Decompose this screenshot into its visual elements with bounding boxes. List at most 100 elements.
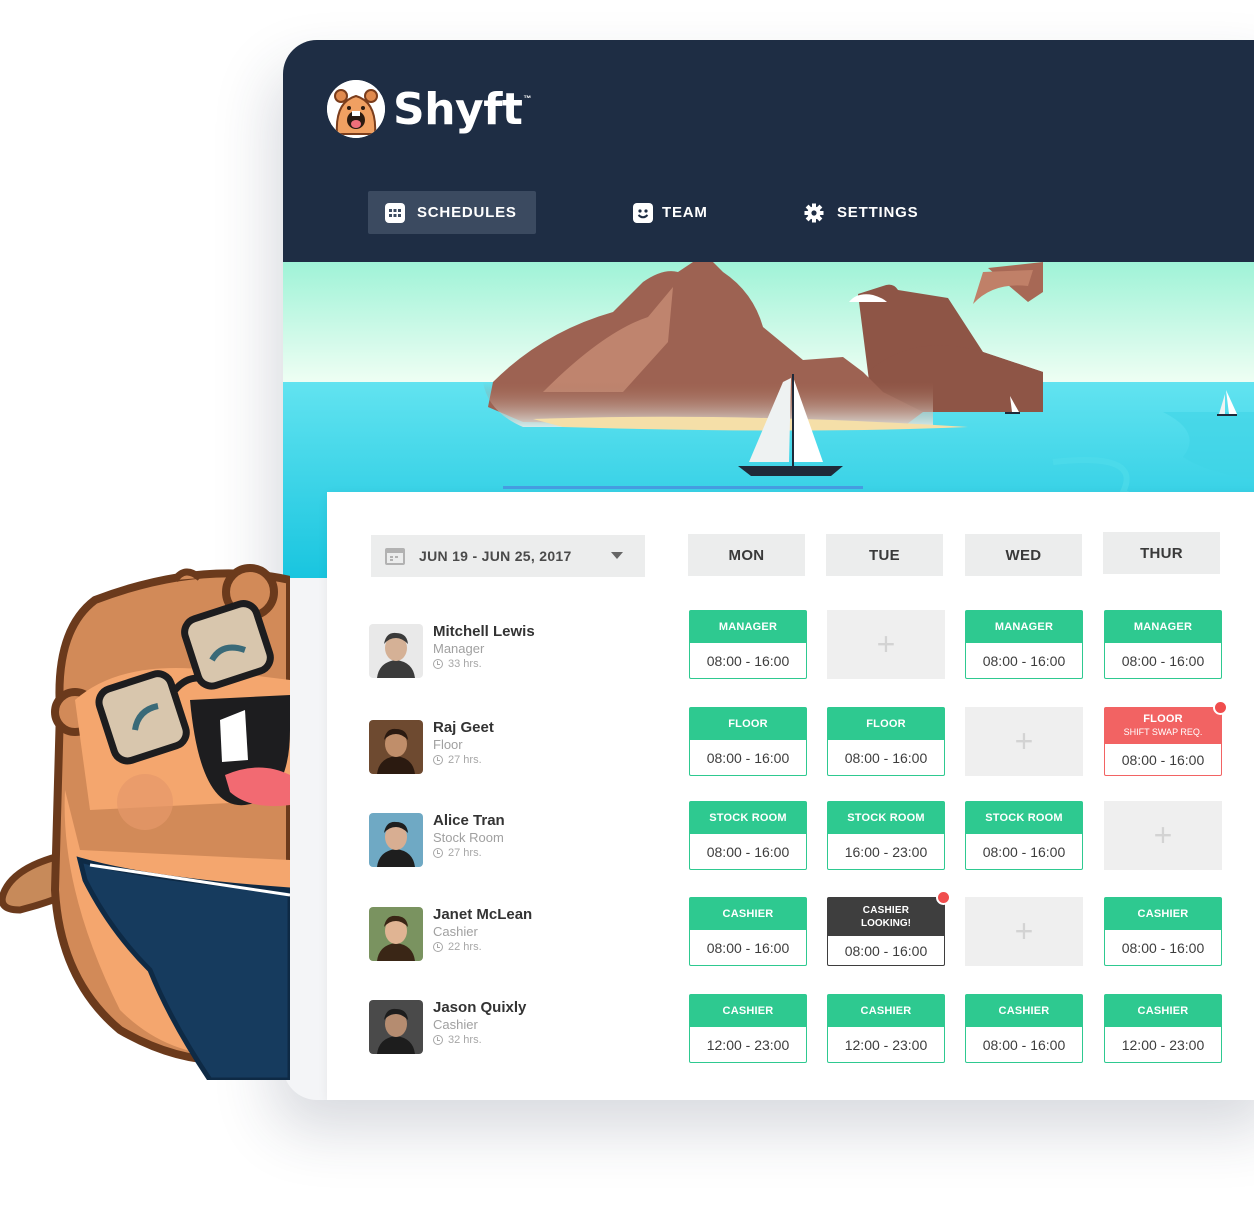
shift-title: MANAGER (1133, 620, 1193, 633)
employee-name: Mitchell Lewis (433, 623, 535, 640)
shift-time: 08:00 - 16:00 (1121, 751, 1205, 768)
clock-icon (433, 755, 443, 765)
shift-card[interactable]: FLOOR 08:00 - 16:00 (689, 707, 807, 776)
employee-hours: 33 hrs. (433, 658, 482, 670)
gear-icon (804, 203, 824, 223)
add-shift-button[interactable]: + (965, 897, 1083, 966)
employee-row[interactable]: Mitchell Lewis Manager 33 hrs. (369, 622, 629, 678)
plus-icon: + (1014, 913, 1034, 949)
trademark-mark: ™ (523, 94, 532, 103)
shift-title: MANAGER (994, 620, 1054, 633)
shift-time: 08:00 - 16:00 (1121, 652, 1205, 669)
tab-settings[interactable]: SETTINGS (804, 191, 918, 234)
employee-hours: 32 hrs. (433, 1034, 482, 1046)
clock-icon (433, 1035, 443, 1045)
shift-time: 08:00 - 16:00 (706, 749, 790, 766)
shift-card[interactable]: STOCK ROOM 08:00 - 16:00 (965, 801, 1083, 870)
day-header-thur: THUR (1103, 532, 1220, 574)
plus-icon: + (1014, 723, 1034, 759)
shift-card[interactable]: CASHIER 12:00 - 23:00 (827, 994, 945, 1063)
shift-title-bar: CASHIER (966, 995, 1082, 1027)
shift-card[interactable]: STOCK ROOM 08:00 - 16:00 (689, 801, 807, 870)
add-shift-button[interactable]: + (965, 707, 1083, 776)
employee-row[interactable]: Janet McLean Cashier 22 hrs. (369, 905, 629, 961)
shift-status-text: SHIFT SWAP REQ. (1123, 727, 1203, 737)
shift-title-bar: CASHIER (690, 995, 806, 1027)
employee-role: Cashier (433, 924, 478, 939)
day-header-tue: TUE (826, 534, 943, 576)
employee-hours: 27 hrs. (433, 847, 482, 859)
employee-hours-value: 22 hrs. (448, 941, 482, 953)
week-date-picker[interactable]: JUN 19 - JUN 25, 2017 (371, 535, 645, 577)
shift-title-bar: FLOOR (690, 708, 806, 740)
add-shift-button[interactable]: + (827, 610, 945, 679)
shift-title: CASHIER (722, 1004, 774, 1017)
employee-role: Cashier (433, 1017, 478, 1032)
avatar (369, 1000, 423, 1054)
employee-hours-value: 27 hrs. (448, 754, 482, 766)
notification-dot (936, 890, 951, 905)
shift-status-text: LOOKING! (861, 918, 911, 929)
shift-card[interactable]: CASHIER 08:00 - 16:00 (689, 897, 807, 966)
chevron-down-icon (611, 552, 623, 559)
shift-time: 08:00 - 16:00 (1121, 939, 1205, 956)
employee-hours-value: 32 hrs. (448, 1034, 482, 1046)
employee-name: Janet McLean (433, 906, 533, 923)
calendar-grid-icon (385, 202, 405, 223)
plus-icon: + (876, 626, 896, 662)
smiley-face-icon (633, 202, 653, 223)
employee-row[interactable]: Alice Tran Stock Room 27 hrs. (369, 811, 629, 867)
brand-name: Shyft (393, 83, 523, 135)
employee-hours-value: 33 hrs. (448, 658, 482, 670)
shift-time: 12:00 - 23:00 (706, 1036, 790, 1053)
clock-icon (433, 659, 443, 669)
shift-title: CASHIER (1137, 907, 1189, 920)
employee-name: Jason Quixly (433, 999, 527, 1016)
shift-time: 08:00 - 16:00 (844, 749, 928, 766)
mascot-illustration (0, 560, 294, 1083)
shift-time: 08:00 - 16:00 (982, 1036, 1066, 1053)
shift-title: CASHIER (862, 905, 910, 916)
add-shift-button[interactable]: + (1104, 801, 1222, 870)
shift-title-bar: CASHIER (690, 898, 806, 930)
shift-time: 08:00 - 16:00 (982, 843, 1066, 860)
shift-card[interactable]: FLOOR SHIFT SWAP REQ. 08:00 - 16:00 (1104, 700, 1228, 776)
employee-role: Floor (433, 737, 463, 752)
tab-team[interactable]: TEAM (633, 191, 708, 234)
employee-row[interactable]: Jason Quixly Cashier 32 hrs. (369, 998, 629, 1054)
shift-card[interactable]: CASHIER 12:00 - 23:00 (1104, 994, 1222, 1063)
shift-card[interactable]: STOCK ROOM 16:00 - 23:00 (827, 801, 945, 870)
shift-card[interactable]: MANAGER 08:00 - 16:00 (689, 610, 807, 679)
shift-title: STOCK ROOM (709, 811, 787, 824)
shift-card[interactable]: MANAGER 08:00 - 16:00 (1104, 610, 1222, 679)
shift-title: MANAGER (718, 620, 778, 633)
shift-title-bar: STOCK ROOM (690, 802, 806, 834)
tab-schedules-label: SCHEDULES (417, 204, 517, 221)
shift-title: CASHIER (998, 1004, 1050, 1017)
shift-time: 08:00 - 16:00 (706, 939, 790, 956)
shift-title-bar: FLOOR SHIFT SWAP REQ. (1105, 708, 1221, 744)
shift-card[interactable]: CASHIER 08:00 - 16:00 (1104, 897, 1222, 966)
marketing-stage: Shyft ™ SCHEDULES TEAM SETTINGS JUN 19 -… (0, 0, 1254, 1214)
shift-card[interactable]: CASHIER 12:00 - 23:00 (689, 994, 807, 1063)
employee-row[interactable]: Raj Geet Floor 27 hrs. (369, 718, 629, 774)
tab-schedules[interactable]: SCHEDULES (368, 191, 536, 234)
shift-title-bar: CASHIER (1105, 995, 1221, 1027)
week-range-label: JUN 19 - JUN 25, 2017 (419, 548, 572, 564)
notification-dot (1213, 700, 1228, 715)
clock-icon (433, 848, 443, 858)
clock-icon (433, 942, 443, 952)
employee-role: Manager (433, 641, 485, 656)
shift-card[interactable]: CASHIER 08:00 - 16:00 (965, 994, 1083, 1063)
shift-title: STOCK ROOM (847, 811, 925, 824)
shift-card[interactable]: CASHIER LOOKING! 08:00 - 16:00 (827, 890, 951, 966)
shift-title: FLOOR (866, 717, 906, 730)
shift-title: CASHIER (1137, 1004, 1189, 1017)
shift-card[interactable]: MANAGER 08:00 - 16:00 (965, 610, 1083, 679)
brand-logo[interactable]: Shyft ™ (327, 80, 531, 138)
shift-title-bar: STOCK ROOM (828, 802, 944, 834)
shift-title-bar: FLOOR (828, 708, 944, 740)
employee-name: Alice Tran (433, 812, 505, 829)
shift-card[interactable]: FLOOR 08:00 - 16:00 (827, 707, 945, 776)
avatar (369, 907, 423, 961)
